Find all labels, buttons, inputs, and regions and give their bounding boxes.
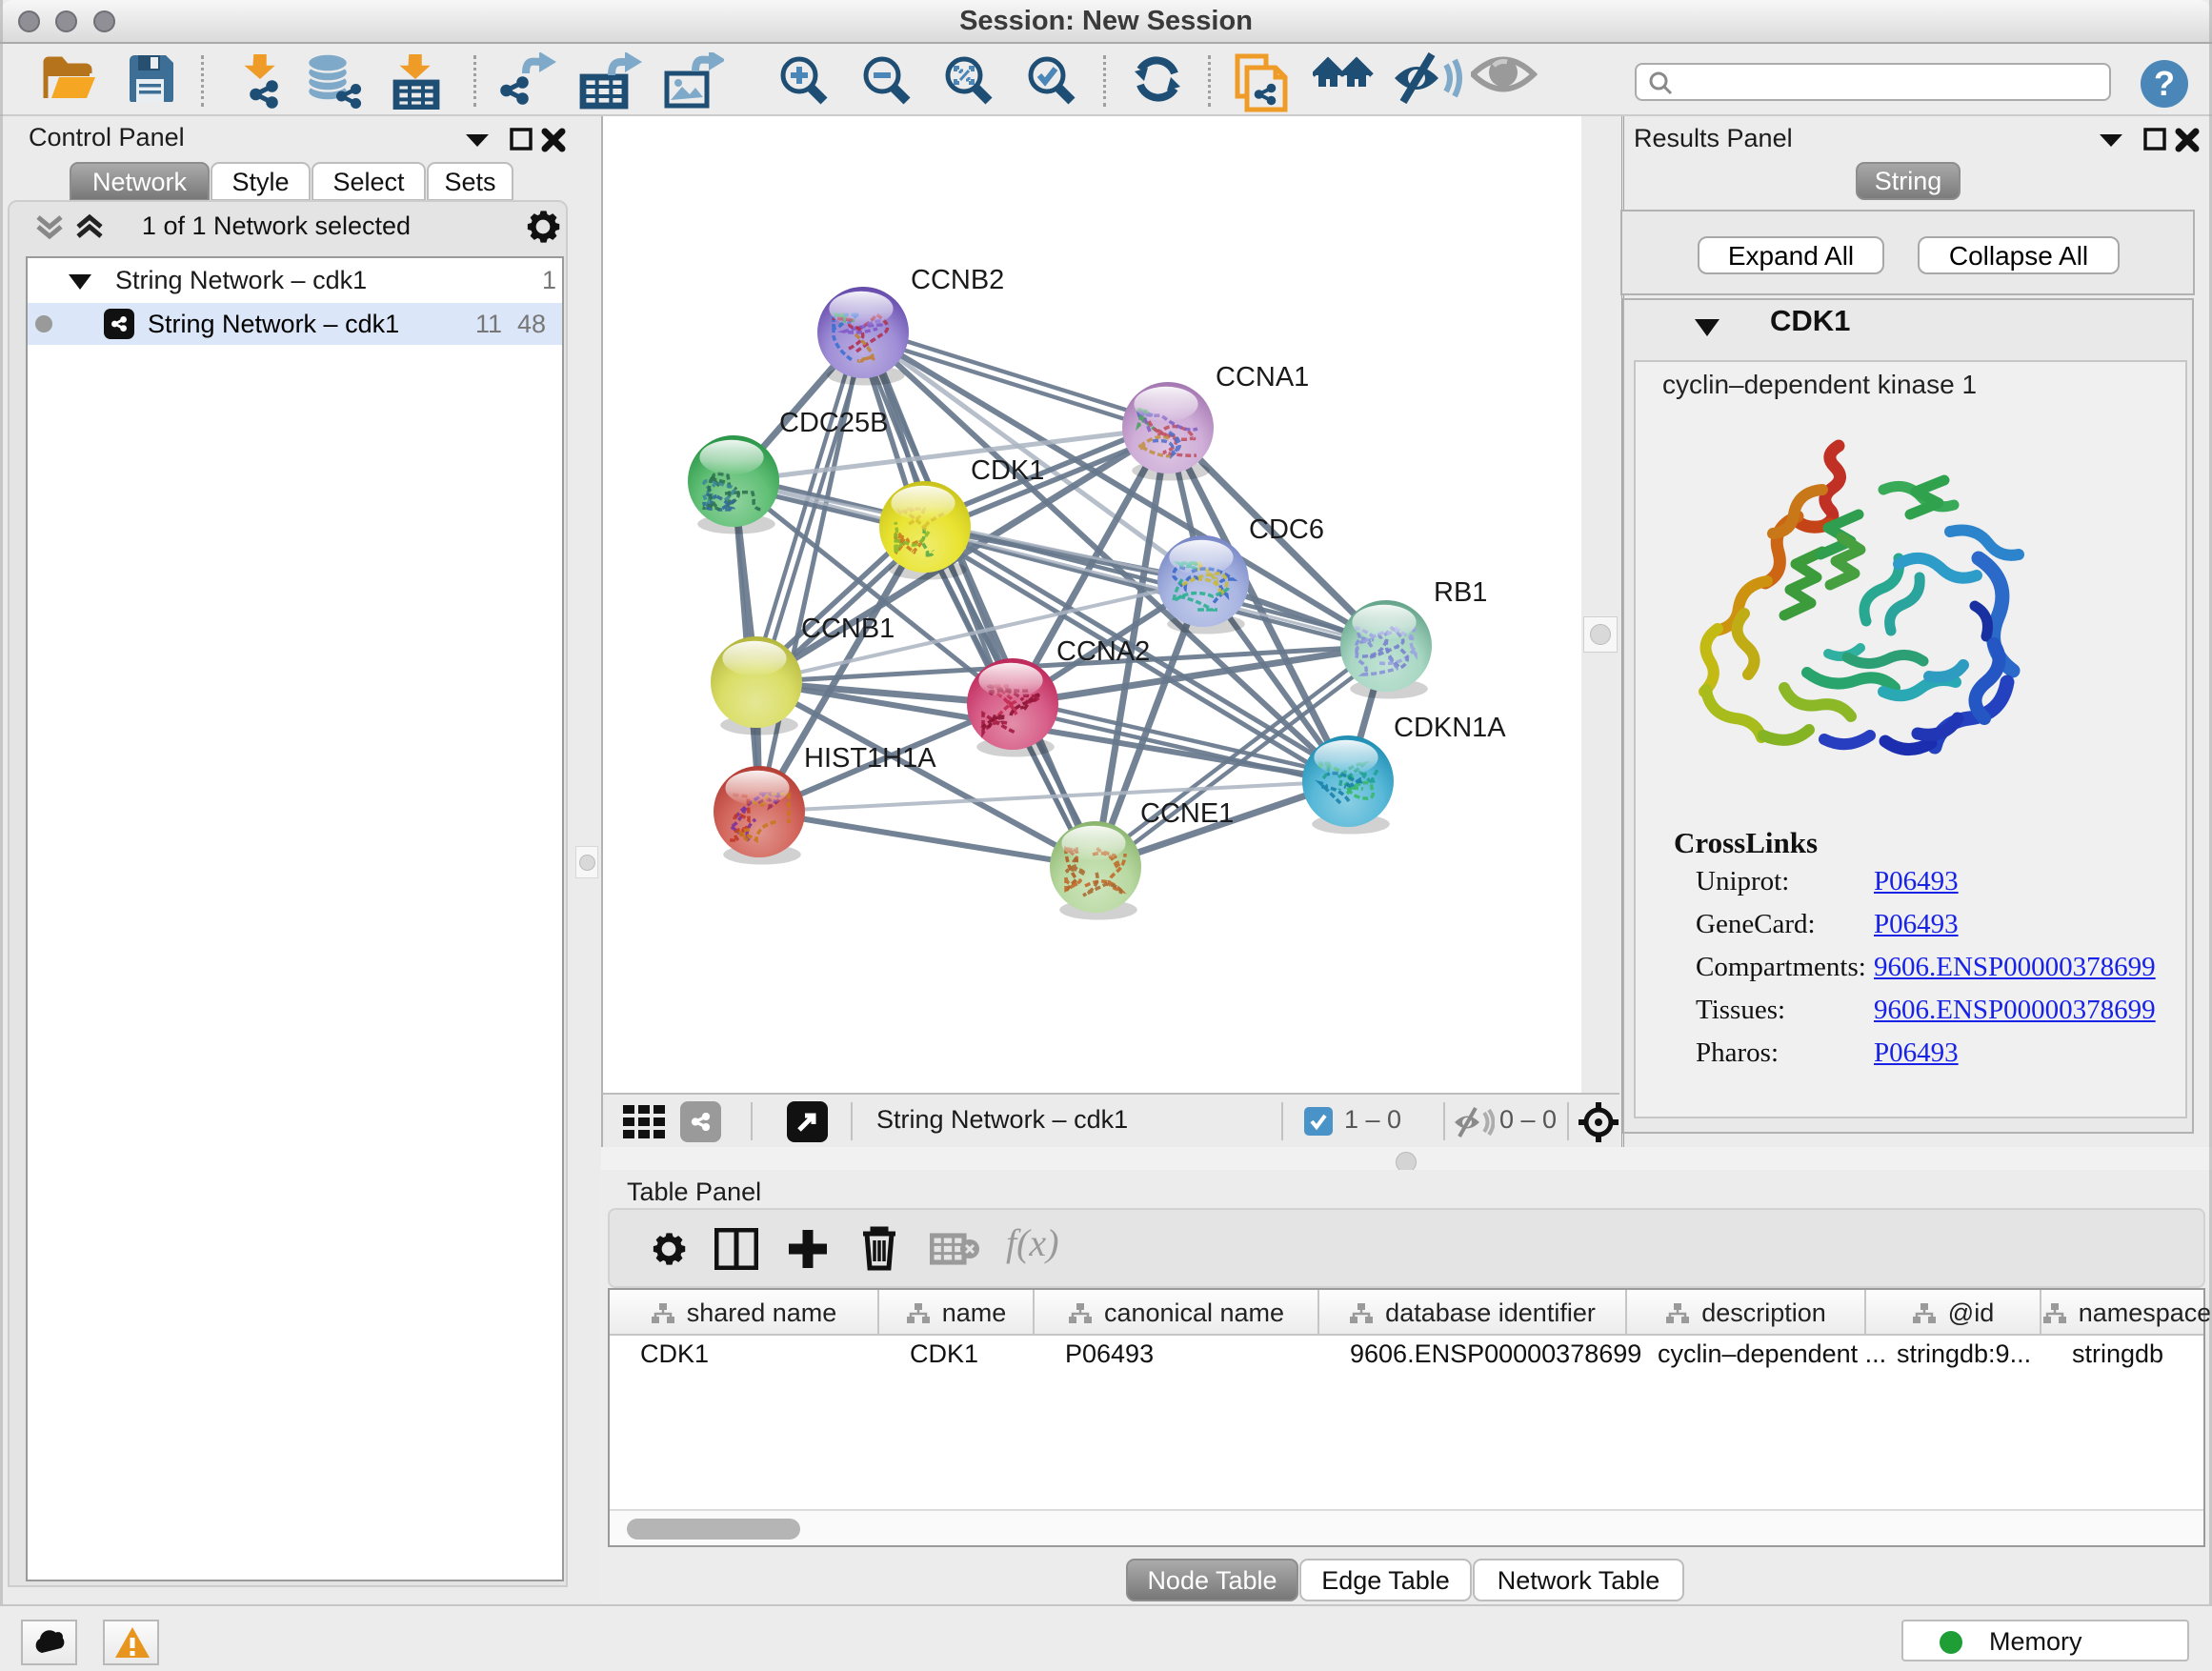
svg-text:CCNB1: CCNB1 — [801, 614, 895, 644]
svg-text:CDC6: CDC6 — [1249, 514, 1324, 545]
svg-text:?: ? — [2154, 64, 2175, 103]
svg-text:CCNB2: CCNB2 — [911, 265, 1004, 295]
svg-text:CDKN1A: CDKN1A — [1394, 713, 1506, 743]
svg-text:HIST1H1A: HIST1H1A — [804, 743, 936, 774]
svg-text:CDK1: CDK1 — [971, 455, 1044, 486]
svg-text:CDC25B: CDC25B — [779, 408, 888, 438]
svg-text:CCNE1: CCNE1 — [1140, 798, 1234, 829]
svg-text:RB1: RB1 — [1434, 577, 1487, 608]
svg-text:CCNA2: CCNA2 — [1056, 636, 1150, 667]
svg-text:CCNA1: CCNA1 — [1216, 362, 1309, 393]
